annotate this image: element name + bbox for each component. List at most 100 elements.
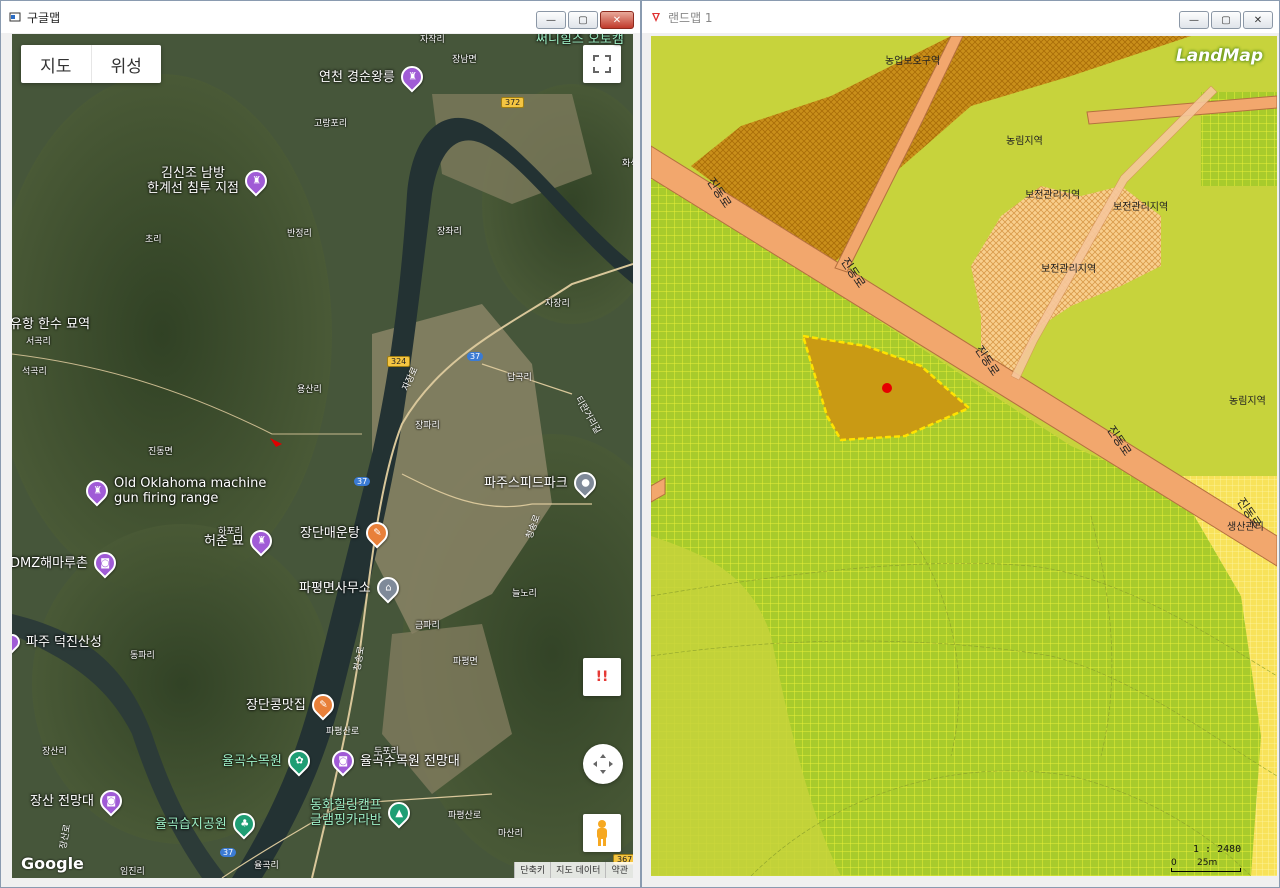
alert-button[interactable]: !! [583,658,621,696]
landmap-logo: LandMap [1175,46,1263,66]
fullscreen-button[interactable] [583,45,621,83]
place-label: 파평면 [453,657,478,667]
place-label: 하포리 [218,527,243,537]
zone-label: 보전관리지역 [1025,190,1081,201]
land-use-map[interactable]: LandMap 농업보호구역 농림지역 보전관리지역 보전관리지역 보전관리지역… [651,36,1277,876]
satellite-imagery [12,34,633,878]
place-label: 두포리 [374,747,399,757]
poi-gyeongsun-tomb[interactable]: 연천 경순왕릉 ♜ [319,61,428,93]
place-label: 서곡리 [26,337,51,347]
minimize-button[interactable]: — [536,11,566,29]
poi-sunny-hills[interactable]: 써니힐즈 오토캠 [536,34,624,47]
street-view-button[interactable] [583,814,621,852]
poi-healing-camp[interactable]: 동화힐링캠프 글램핑카라반 ▲ [310,797,415,829]
satellite-map[interactable]: 지도 위성 !! 연천 경순왕릉 ♜ 김신조 남방 한계선 침투 지점 ♜ 유항 한… [12,34,633,878]
maximize-button[interactable]: ▢ [568,11,598,29]
minimize-button[interactable]: — [1179,11,1209,29]
road-shield: 372 [501,97,525,108]
poi-papyeong-office[interactable]: 파평면사무소 ⌂ [299,572,404,604]
place-label: 장파리 [415,421,440,431]
maximize-button[interactable]: ▢ [1211,11,1241,29]
map-type-map-button[interactable]: 지도 [21,45,91,83]
monument-icon: ♜ [240,165,272,197]
zone-label: 농업보호구역 [885,56,941,67]
poi-yulgok-arboretum[interactable]: 율곡수목원 ✿ [222,745,315,777]
parcel-marker [882,383,892,393]
place-label: 장남면 [452,55,477,65]
landmap-app-icon [652,13,660,22]
camera-control-button[interactable] [583,744,623,784]
place-label: 답곡리 [507,373,532,383]
road-shield: 37 [220,848,237,857]
restaurant-icon: ✎ [307,689,339,721]
landmap-window-title: 랜드맵 1 [668,10,713,25]
poi-jangdan-maeuntang[interactable]: 장단매운탕 ✎ [300,517,393,549]
place-label: 고랑포리 [314,119,348,129]
road-shield: 37 [354,477,371,486]
poi-oklahoma-range[interactable]: ♜ Old Oklahoma machine gun firing range [81,475,266,507]
poi-jangdan-kong[interactable]: 장단콩맛집 ✎ [246,689,339,721]
monument-icon: ♜ [396,61,428,93]
place-label: 용산리 [297,385,322,395]
camera-icon: ◙ [327,745,359,777]
place-label: 자장리 [545,299,570,309]
pegman-icon [597,820,607,846]
government-icon: ⌂ [372,572,404,604]
zone-label: 보전관리지역 [1113,202,1169,213]
google-window-title: 구글맵 [27,10,61,25]
poi-yulgok-wetland[interactable]: 율곡습지공원 ♣ [155,808,260,840]
fullscreen-icon [593,55,611,73]
poi-infiltration-point[interactable]: 김신조 남방 한계선 침투 지점 ♜ [147,165,272,197]
poi-deokjin-fortress[interactable]: 파주 덕진산성 [12,630,102,654]
map-type-satellite-button[interactable]: 위성 [90,45,162,83]
camp-icon: ▲ [383,797,415,829]
monument-icon: ♜ [245,525,277,557]
scale-zero: 0 [1171,858,1177,868]
place-label: 동파리 [130,651,155,661]
road-name: 파평산로 [326,727,360,737]
scale-bar: 0 25m [1171,858,1243,872]
place-label: 장산리 [42,747,67,757]
tree-icon: ♣ [228,808,260,840]
place-label: 석곡리 [22,367,47,377]
road-shield: 324 [387,356,411,367]
alert-text: !! [595,669,609,685]
place-label: 파평산로 [448,811,482,821]
map-data-link[interactable]: 지도 데이터 [550,862,605,878]
place-label: 반정리 [287,229,312,239]
place-label: 장좌리 [437,227,462,237]
app-icon [9,12,21,22]
place-label: 임진리 [120,867,145,877]
scale-ratio: 1 : 2480 [1193,844,1242,855]
map-type-control: 지도 위성 [21,45,161,83]
shortcuts-link[interactable]: 단축키 [514,862,550,878]
place-label: 율곡리 [254,861,279,871]
place-label: 화석정 [622,159,633,169]
restaurant-icon: ✎ [361,517,393,549]
road-shield: 37 [467,352,484,361]
close-button[interactable]: ✕ [600,11,634,29]
poi-speed-park[interactable]: 파주스피드파크 ● [484,467,601,499]
move-arrows-icon [593,754,613,774]
land-use-zones [651,36,1277,876]
zone-label: 농림지역 [1229,396,1266,407]
place-label: 자작리 [420,35,445,45]
google-map-window: 구글맵 — ▢ ✕ 지도 위성 !! 연천 경순왕릉 ♜ 김신조 남방 한계선 … [0,0,641,888]
close-button[interactable]: ✕ [1243,11,1273,29]
camera-icon: ◙ [89,547,121,579]
place-label: 마산리 [498,829,523,839]
zone-label: 농림지역 [1006,136,1043,147]
map-footer: 단축키 지도 데이터 약관 [514,862,633,878]
monument-icon [12,630,24,654]
scale-distance: 25m [1197,858,1218,868]
camera-icon: ◙ [95,785,127,817]
flower-icon: ✿ [283,745,315,777]
terms-link[interactable]: 약관 [605,862,633,878]
poi-dmz-haemaru[interactable]: DMZ해마루촌 ◙ [12,547,121,579]
zone-label: 보전관리지역 [1041,264,1097,275]
place-icon: ● [569,467,601,499]
monument-icon: ♜ [81,475,113,507]
poi-jangsan-observatory[interactable]: 장산 전망대 ◙ [30,785,127,817]
poi-hansu-tomb[interactable]: 유항 한수 묘역 [12,317,90,332]
place-label: 늘노리 [512,589,537,599]
